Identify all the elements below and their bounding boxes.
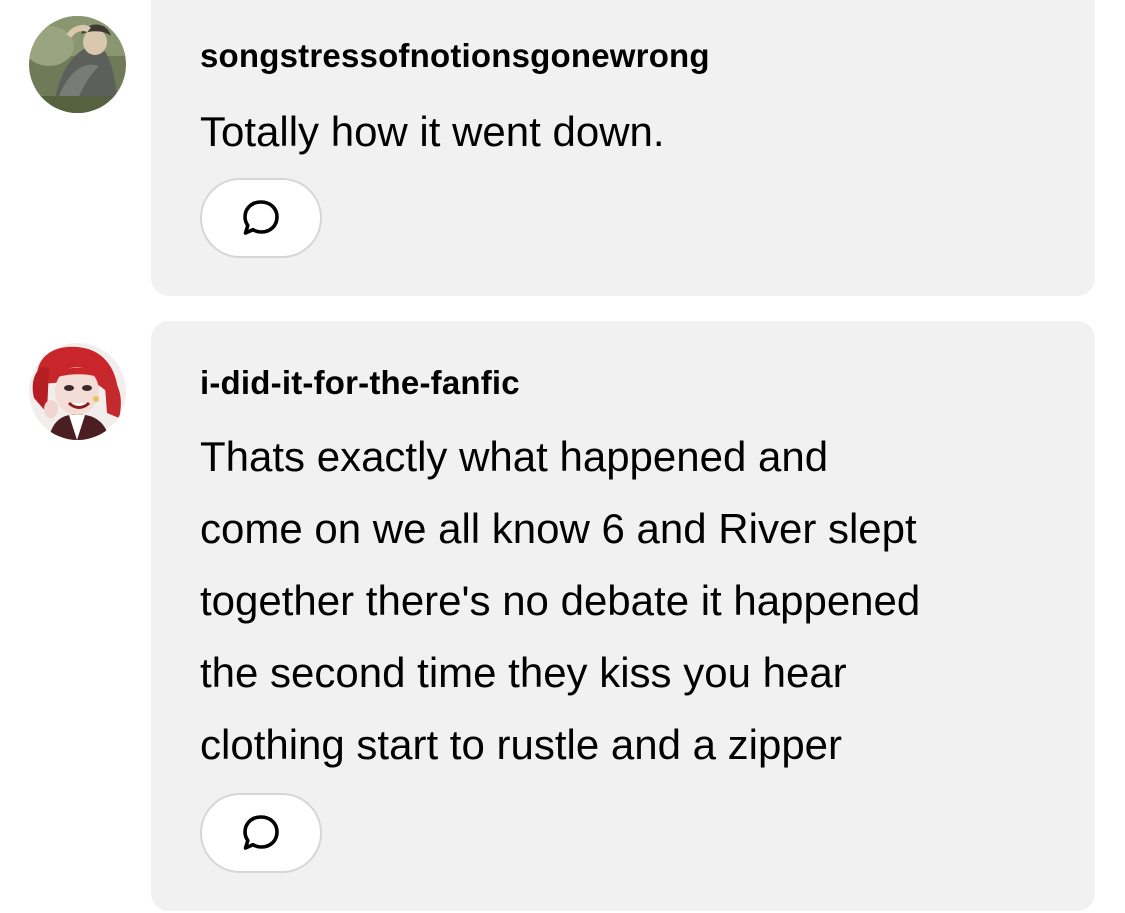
avatar-image	[29, 343, 126, 440]
avatar-image	[29, 16, 126, 113]
avatar[interactable]	[29, 343, 126, 440]
reply-bubble: songstressofnotionsgonewrong Totally how…	[151, 0, 1095, 296]
reply-item: i-did-it-for-the-fanfic Thats exactly wh…	[0, 321, 1125, 913]
reply-text-line: the second time they kiss you hear	[200, 649, 847, 696]
speech-bubble-icon	[243, 815, 279, 850]
reply-text-line: come on we all know 6 and River slept	[200, 505, 917, 552]
reply-button[interactable]	[200, 793, 322, 873]
avatar[interactable]	[29, 16, 126, 113]
reply-text-line: Thats exactly what happened and	[200, 433, 829, 480]
reply-bubble: i-did-it-for-the-fanfic Thats exactly wh…	[151, 321, 1095, 911]
username[interactable]: songstressofnotionsgonewrong	[200, 37, 710, 75]
reply-text-line: clothing start to rustle and a zipper	[200, 721, 843, 768]
reply-text-line: Totally how it went down.	[200, 108, 665, 155]
reply-text-line: together there's no debate it happened	[200, 577, 921, 624]
speech-bubble-icon	[243, 200, 279, 235]
reply-text: Thats exactly what happened and come on …	[200, 421, 1070, 781]
reply-item: songstressofnotionsgonewrong Totally how…	[0, 0, 1125, 300]
reply-text: Totally how it went down.	[200, 96, 1070, 168]
username[interactable]: i-did-it-for-the-fanfic	[200, 364, 520, 402]
reply-button[interactable]	[200, 178, 322, 258]
